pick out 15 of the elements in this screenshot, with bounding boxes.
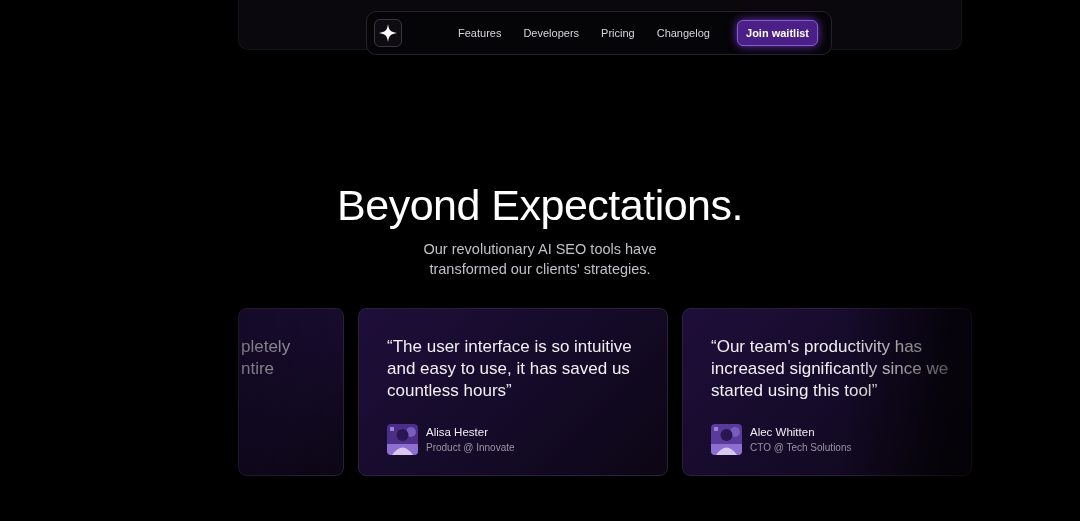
nav-link[interactable]: Features [458, 27, 502, 39]
join-waitlist-button[interactable]: Join waitlist [737, 20, 818, 46]
nav-link[interactable]: Changelog [656, 27, 710, 39]
testimonial-quote: “Our team's productivity has increased significantly since we started using this tool” [711, 336, 950, 402]
testimonial-quote: “The user interface is so intuitive and easy to use, it has saved us countless hours” [387, 336, 633, 402]
author-role: Product @ Innovate [426, 442, 515, 453]
nav-link[interactable]: Pricing [601, 27, 635, 39]
testimonial-quote: pletely ntire [240, 336, 292, 380]
section-heading: Beyond Expectations. [336, 181, 744, 229]
author-role: CTO @ Tech Solutions [750, 442, 852, 453]
author-name: Alec Whitten [750, 426, 816, 438]
section-subtitle: Our revolutionary AI SEO tools have transformed our clients' strategies. [422, 240, 658, 279]
nav-link[interactable]: Developers [523, 27, 580, 39]
logo-icon[interactable] [374, 19, 402, 47]
author-name: Alisa Hester [426, 426, 489, 438]
